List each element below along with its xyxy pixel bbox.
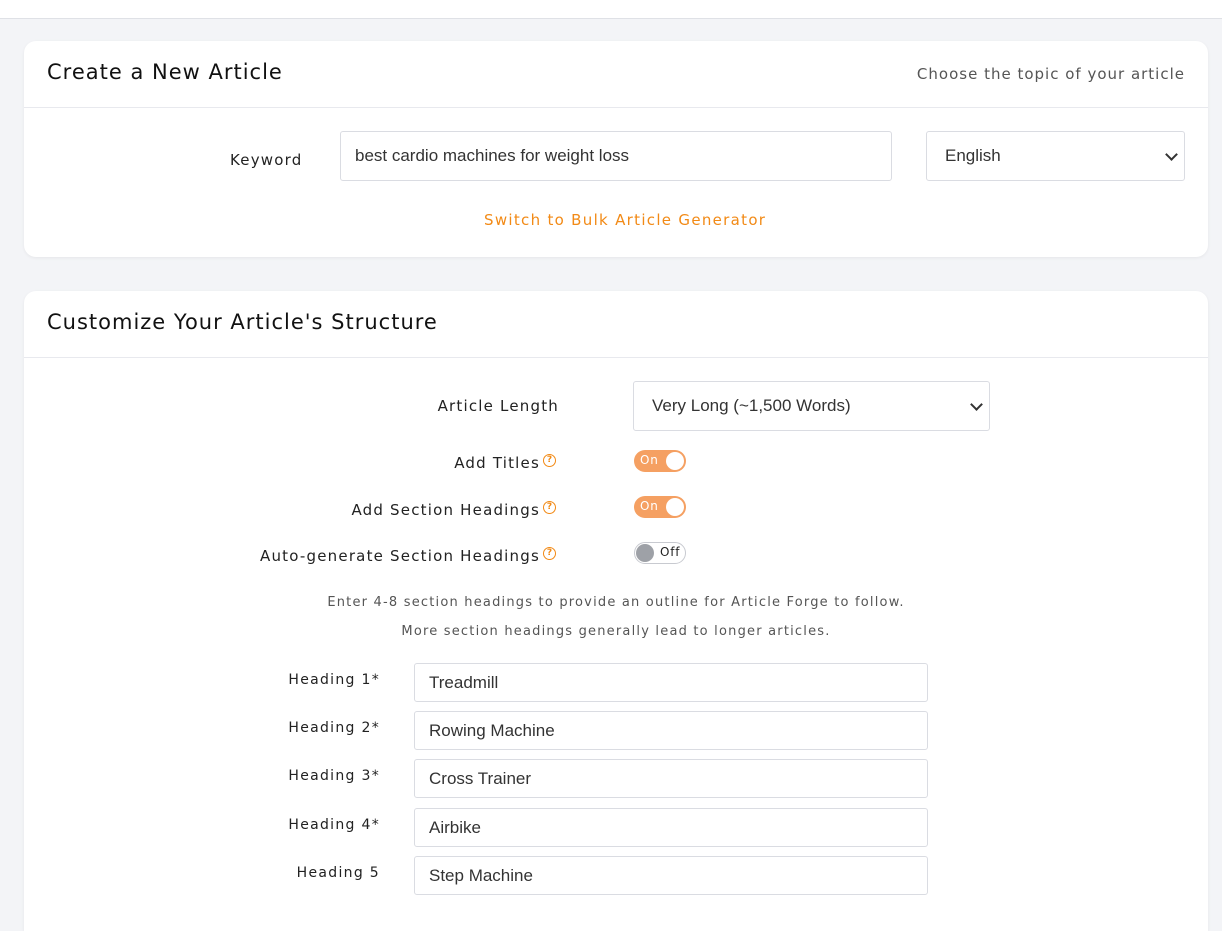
heading-3-input[interactable]: Cross Trainer — [414, 759, 928, 798]
heading-5-input[interactable]: Step Machine — [414, 856, 928, 895]
question-circle-icon[interactable]: ? — [543, 501, 556, 514]
heading-4-input[interactable]: Airbike — [414, 808, 928, 847]
toggle-knob — [636, 544, 654, 562]
article-structure-card: Customize Your Article's Structure Artic… — [24, 291, 1208, 931]
headings-hint-line-2: More section headings generally lead to … — [401, 624, 831, 639]
keyword-input-value: best cardio machines for weight loss — [355, 146, 630, 165]
keyword-label: Keyword — [230, 151, 303, 169]
add-section-headings-toggle[interactable]: On — [634, 496, 686, 518]
article-structure-title: Customize Your Article's Structure — [47, 310, 438, 334]
heading-5-label: Heading 5 — [296, 865, 380, 881]
heading-2-input[interactable]: Rowing Machine — [414, 711, 928, 750]
heading-1-label: Heading 1* — [288, 672, 380, 688]
bulk-article-link[interactable]: Switch to Bulk Article Generator — [484, 211, 766, 229]
create-article-header: Create a New Article Choose the topic of… — [24, 41, 1208, 108]
create-article-card: Create a New Article Choose the topic of… — [24, 41, 1208, 257]
question-circle-icon[interactable]: ? — [543, 547, 556, 560]
heading-3-label: Heading 3* — [288, 768, 380, 784]
auto-generate-headings-toggle[interactable]: Off — [634, 542, 686, 564]
question-circle-icon[interactable]: ? — [543, 454, 556, 467]
headings-hint-line-1: Enter 4-8 section headings to provide an… — [327, 595, 905, 610]
toggle-knob — [666, 452, 684, 470]
create-article-subtitle: Choose the topic of your article — [916, 65, 1185, 83]
add-section-headings-label: Add Section Headings — [351, 501, 540, 519]
heading-3-value: Cross Trainer — [429, 768, 532, 788]
heading-4-value: Airbike — [429, 817, 481, 837]
article-length-label: Article Length — [437, 397, 559, 415]
heading-2-label: Heading 2* — [288, 720, 380, 736]
top-navigation-bar — [0, 0, 1222, 19]
toggle-knob — [666, 498, 684, 516]
heading-4-label: Heading 4* — [288, 817, 380, 833]
keyword-input[interactable]: best cardio machines for weight loss — [340, 131, 892, 181]
chevron-down-icon — [1165, 148, 1178, 161]
article-structure-header: Customize Your Article's Structure — [24, 291, 1208, 358]
add-titles-toggle[interactable]: On — [634, 450, 686, 472]
add-section-headings-toggle-state: On — [640, 499, 659, 513]
auto-generate-headings-label: Auto-generate Section Headings — [260, 547, 540, 565]
heading-5-value: Step Machine — [429, 865, 533, 885]
article-length-select[interactable]: Very Long (~1,500 Words) — [633, 381, 990, 431]
add-titles-toggle-state: On — [640, 453, 659, 467]
heading-1-input[interactable]: Treadmill — [414, 663, 928, 702]
chevron-down-icon — [970, 398, 983, 411]
create-article-title: Create a New Article — [47, 60, 283, 84]
auto-generate-headings-toggle-state: Off — [660, 545, 681, 559]
add-titles-label: Add Titles — [454, 454, 540, 472]
language-select-value: English — [945, 146, 1001, 165]
article-length-value: Very Long (~1,500 Words) — [652, 396, 851, 415]
language-select[interactable]: English — [926, 131, 1185, 181]
heading-1-value: Treadmill — [429, 672, 499, 692]
heading-2-value: Rowing Machine — [429, 720, 555, 740]
